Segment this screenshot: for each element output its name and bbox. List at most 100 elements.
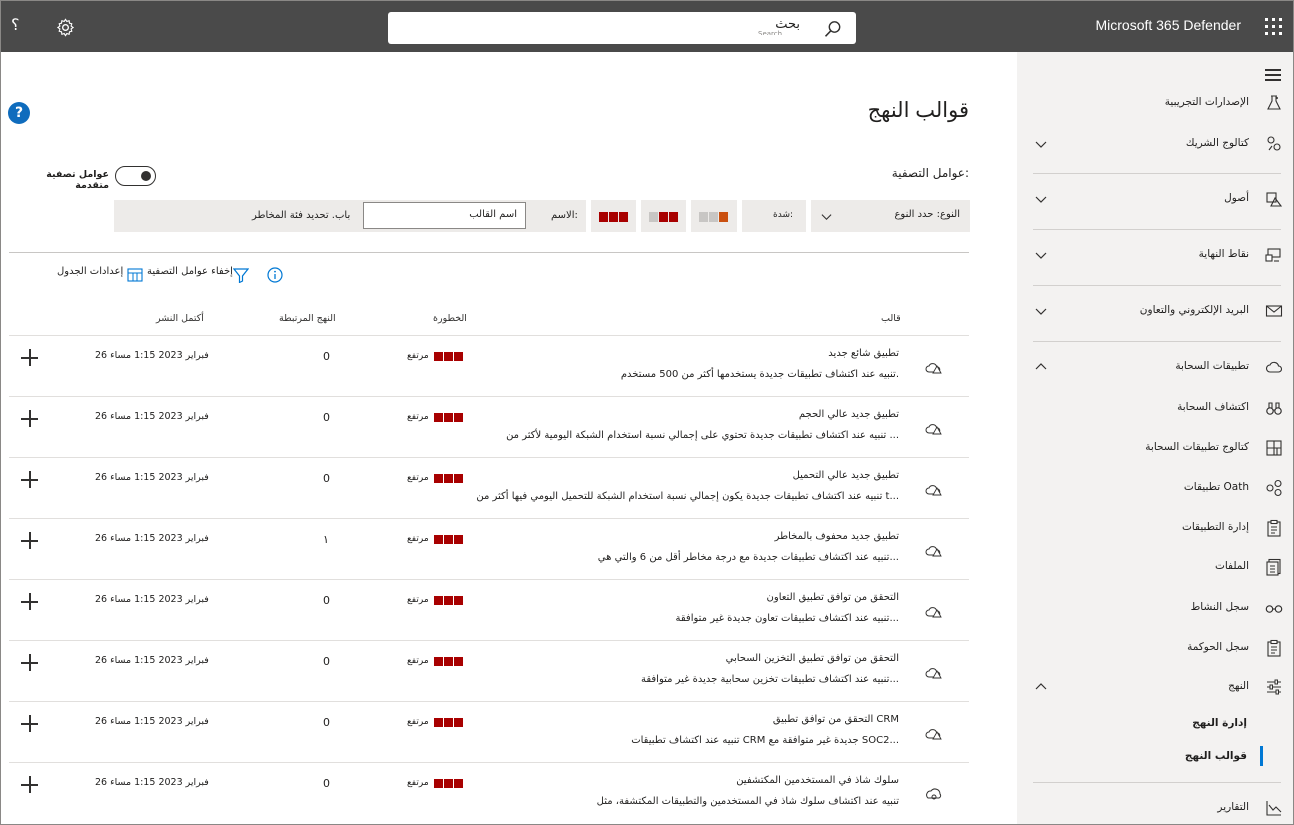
sidebar-item-label: سجل النشاط — [1190, 601, 1249, 613]
row-linked-policies: 0 — [323, 777, 330, 790]
row-last-published: 26 فبراير 2023 1:15 مساء — [95, 472, 209, 483]
sidebar-item-reports[interactable]: التقارير — [1017, 797, 1293, 821]
add-policy-plus-icon[interactable] — [21, 715, 38, 732]
row-last-published: 26 فبراير 2023 1:15 مساء — [95, 411, 209, 422]
row-title[interactable]: تطبيق جديد عالي التحميل — [793, 470, 899, 481]
add-policy-plus-icon[interactable] — [21, 776, 38, 793]
add-policy-plus-icon[interactable] — [21, 349, 38, 366]
risk-category-filter[interactable]: باب. تحديد فئة المخاطر — [252, 210, 350, 221]
sidebar-item-policies[interactable]: النهج — [1017, 676, 1293, 700]
flask-icon — [1267, 95, 1281, 110]
type-filter-label: النوع: حدد النوع — [894, 209, 960, 220]
anomaly-icon — [926, 788, 942, 800]
col-header-template[interactable]: قالب — [881, 313, 901, 324]
info-icon[interactable] — [267, 267, 283, 283]
severity-low-filter[interactable] — [699, 212, 729, 222]
filter-icon[interactable] — [233, 267, 249, 283]
table-row[interactable]: تطبيق جديد عالي التحميل تنبيه عند اكتشاف … — [9, 457, 969, 518]
sidebar-item-label: الإصدارات التجريبية — [1164, 96, 1249, 108]
add-policy-plus-icon[interactable] — [21, 593, 38, 610]
add-policy-plus-icon[interactable] — [21, 410, 38, 427]
table-row[interactable]: تطبيق شائع جديد تنبيه عند اكتشاف تطبيقات … — [9, 335, 969, 396]
row-title[interactable]: تطبيق شائع جديد — [828, 348, 899, 359]
row-description: تنبيه عند اكتشاف سلوك شاذ في المستخدمين … — [596, 796, 899, 807]
table-row[interactable]: تطبيق جديد محفوف بالمخاطر تنبيه عند اكتشا… — [9, 518, 969, 579]
chevron-down-icon — [1035, 252, 1047, 259]
mail-icon — [1265, 305, 1283, 317]
row-linked-policies: ١ — [323, 533, 329, 546]
sidebar-item-label: البريد الإلكتروني والتعاون — [1139, 304, 1249, 316]
row-title[interactable]: سلوك شاذ في المستخدمين المكتشفين — [736, 775, 899, 786]
sidebar-item-activity-log[interactable]: سجل النشاط — [1017, 597, 1293, 621]
row-linked-policies: 0 — [323, 472, 330, 485]
cloud-alert-icon — [925, 668, 942, 679]
help-icon[interactable]: ؟ — [11, 15, 20, 34]
sidebar-item-policy-templates[interactable]: قوالب النهج — [1017, 746, 1293, 770]
sidebar-item-files[interactable]: الملفات — [1017, 556, 1293, 580]
search-box[interactable]: بحث Search — [388, 12, 856, 44]
table-row[interactable]: التحقق من توافق تطبيق التعاون تنبيه عند ا… — [9, 579, 969, 640]
table-row[interactable]: التحقق من توافق تطبيق CRM تنبيه عند اكتشا… — [9, 701, 969, 762]
hide-filters-button[interactable]: إخفاء عوامل التصفية — [147, 266, 233, 277]
sidebar-item-label: كتالوج تطبيقات السحابة — [1145, 441, 1249, 453]
assets-icon — [1266, 192, 1283, 207]
sidebar-item-trials[interactable]: الإصدارات التجريبية — [1017, 92, 1293, 116]
row-title[interactable]: التحقق من توافق تطبيق التخزين السحابي — [726, 653, 899, 664]
sidebar-item-label: كتالوج الشريك — [1185, 137, 1249, 149]
table-row[interactable]: تطبيق جديد عالي الحجم تنبيه عند اكتشاف تط… — [9, 396, 969, 457]
help-circle-icon[interactable]: ? — [8, 102, 30, 124]
sidebar-item-label: النهج — [1228, 680, 1249, 692]
type-filter-dropdown[interactable]: النوع: حدد النوع — [811, 200, 970, 232]
cloud-alert-icon — [925, 607, 942, 618]
hamburger-icon[interactable] — [1265, 69, 1281, 81]
row-severity-label: مرتفع — [407, 595, 429, 605]
severity-high-filter[interactable] — [599, 212, 629, 222]
name-filter-input[interactable]: اسم القالب — [363, 202, 526, 229]
row-title[interactable]: تطبيق جديد عالي الحجم — [799, 409, 899, 420]
sidebar-item-endpoints[interactable]: نقاط النهاية — [1017, 244, 1293, 268]
row-title[interactable]: تطبيق جديد محفوف بالمخاطر — [775, 531, 899, 542]
row-last-published: 26 فبراير 2023 1:15 مساء — [95, 350, 209, 361]
add-policy-plus-icon[interactable] — [21, 471, 38, 488]
table-row[interactable]: التحقق من توافق تطبيق التخزين السحابي تنب… — [9, 640, 969, 701]
divider — [9, 252, 969, 253]
divider — [1033, 341, 1281, 342]
sidebar-item-partner-catalog[interactable]: كتالوج الشريك — [1017, 133, 1293, 157]
sidebar-item-label: سجل الحوكمة — [1187, 641, 1249, 653]
sidebar-item-policy-management[interactable]: إدارة النهج — [1017, 713, 1293, 737]
gear-icon[interactable] — [56, 18, 75, 37]
table-row[interactable]: سلوك شاذ في المستخدمين المكتشفين تنبيه عن… — [9, 762, 969, 823]
row-description: تنبيه عند اكتشاف تطبيقات جديدة تحتوي على… — [506, 430, 899, 441]
table-settings-button[interactable]: إعدادات الجدول — [57, 266, 123, 277]
col-header-last-published[interactable]: أكتمل النشر — [156, 313, 204, 324]
sidebar-item-governance-log[interactable]: سجل الحوكمة — [1017, 637, 1293, 661]
app-window: ؟ بحث Search Microsoft 365 Defender الإص… — [0, 0, 1294, 825]
row-title[interactable]: التحقق من توافق تطبيق التعاون — [767, 592, 899, 603]
sidebar-item-oauth-apps[interactable]: تطبيقات Oath — [1017, 477, 1293, 501]
page-title: قوالب النهج — [867, 99, 969, 122]
grid-icon — [1266, 440, 1282, 456]
app-launcher-icon[interactable] — [1265, 18, 1283, 36]
cloud-alert-icon — [925, 424, 942, 435]
col-header-linked-policies[interactable]: النهج المرتبطة — [279, 313, 336, 324]
binoculars-icon — [1266, 402, 1282, 415]
sidebar-item-cloud-app-catalog[interactable]: كتالوج تطبيقات السحابة — [1017, 437, 1293, 461]
col-header-severity[interactable]: الخطورة — [433, 313, 467, 324]
sidebar-item-cloud-discovery[interactable]: اكتشاف السحابة — [1017, 397, 1293, 421]
cloud-icon — [1265, 361, 1282, 373]
top-bar: ؟ بحث Search Microsoft 365 Defender — [1, 1, 1293, 52]
advanced-filters-toggle[interactable] — [115, 166, 156, 186]
row-title[interactable]: التحقق من توافق تطبيق CRM — [773, 714, 899, 725]
sidebar-item-label: اكتشاف السحابة — [1177, 401, 1249, 413]
sidebar-item-app-governance[interactable]: إدارة التطبيقات — [1017, 517, 1293, 541]
severity-medium-filter[interactable] — [649, 212, 679, 222]
table-settings-icon[interactable] — [127, 267, 143, 283]
sidebar-item-label: الملفات — [1214, 560, 1249, 572]
add-policy-plus-icon[interactable] — [21, 532, 38, 549]
sidebar-item-assets[interactable]: أصول — [1017, 188, 1293, 212]
add-policy-plus-icon[interactable] — [21, 654, 38, 671]
sidebar-item-cloud-apps[interactable]: تطبيقات السحابة — [1017, 356, 1293, 380]
divider — [1033, 285, 1281, 286]
sidebar-item-email[interactable]: البريد الإلكتروني والتعاون — [1017, 300, 1293, 324]
cloud-alert-icon — [925, 729, 942, 740]
